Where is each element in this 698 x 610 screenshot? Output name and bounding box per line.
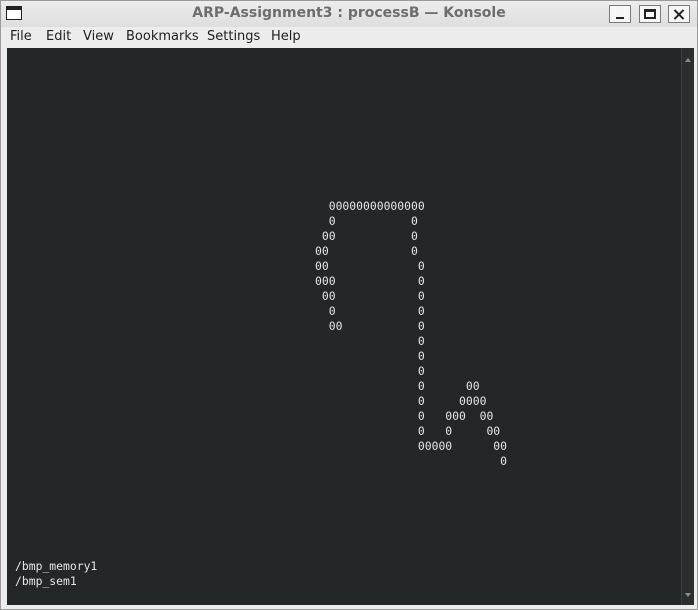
art-line: 0	[315, 454, 508, 468]
minimize-button[interactable]	[609, 5, 631, 23]
menu-view[interactable]: View	[83, 29, 114, 44]
art-line: 00 0	[328, 319, 425, 333]
close-button[interactable]	[668, 5, 690, 23]
art-line: 00 0	[321, 229, 418, 243]
menu-bar: File Edit View Bookmarks Settings Help	[1, 27, 697, 47]
art-line: 00 0	[315, 244, 418, 258]
art-line: 00000000000000	[328, 199, 425, 213]
menu-help[interactable]: Help	[271, 29, 301, 44]
scroll-down-icon[interactable]	[685, 593, 691, 597]
menu-bookmarks[interactable]: Bookmarks	[126, 29, 199, 44]
konsole-window: ARP-Assignment3 : processB — Konsole Fil…	[0, 0, 698, 610]
art-line: 000 0	[315, 274, 425, 288]
art-line: 0 000 00	[417, 409, 494, 423]
menu-edit[interactable]: Edit	[46, 29, 71, 44]
window-title: ARP-Assignment3 : processB — Konsole	[192, 5, 506, 21]
scroll-up-icon[interactable]	[685, 58, 691, 62]
menu-file[interactable]: File	[10, 29, 32, 44]
ascii-art: 00000000000000 0 0 00 0 00 0 00 0 000 0 …	[315, 199, 507, 469]
maximize-button[interactable]	[639, 5, 661, 23]
vertical-scrollbar[interactable]	[681, 48, 694, 605]
output-line: /bmp_sem1	[15, 574, 77, 588]
art-line: 00 0	[315, 259, 425, 273]
art-line: 00 0	[321, 289, 425, 303]
art-line: 0 00	[417, 379, 480, 393]
menu-settings[interactable]: Settings	[207, 29, 260, 44]
art-line: 0	[417, 364, 425, 378]
art-line: 0 0000	[417, 394, 487, 408]
art-line: 0	[417, 334, 425, 348]
art-line: 00000 00	[417, 439, 508, 453]
art-line: 0 0	[328, 214, 418, 228]
title-bar[interactable]: ARP-Assignment3 : processB — Konsole	[1, 1, 697, 28]
art-line: 0	[417, 349, 425, 363]
art-line: 0 0 00	[417, 424, 501, 438]
art-line: 0 0	[328, 304, 425, 318]
output-line: /bmp_memory1	[15, 559, 98, 573]
terminal-area[interactable]: 00000000000000 0 0 00 0 00 0 00 0 000 0 …	[7, 48, 681, 605]
